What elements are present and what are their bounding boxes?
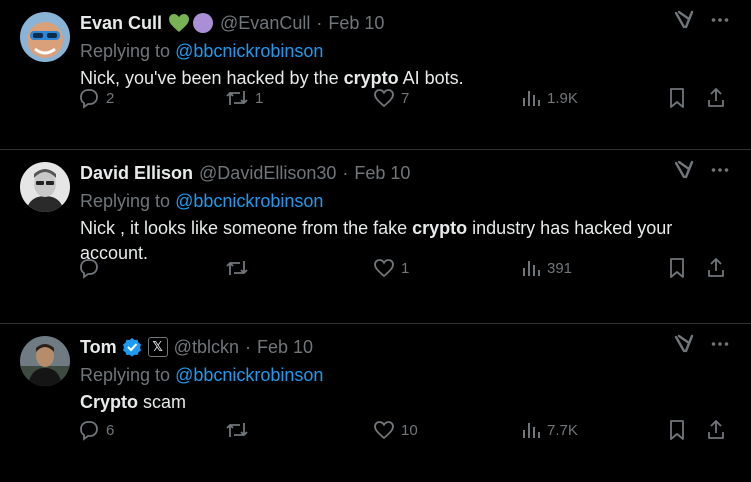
replying-to-link[interactable]: @bbcnickrobinson <box>175 191 323 211</box>
separator-dot: · <box>342 162 349 183</box>
retweet-count: 1 <box>255 89 264 107</box>
bookmark-button[interactable] <box>668 419 686 441</box>
verified-icon <box>122 337 142 357</box>
purple-circle-icon <box>192 12 214 34</box>
author-handle[interactable]: @EvanCull <box>220 13 310 34</box>
green-heart-icon <box>168 13 190 33</box>
tweet-text-after: AI bots. <box>398 68 464 88</box>
reply-icon <box>78 419 100 441</box>
bookmark-button[interactable] <box>668 87 686 109</box>
author-name[interactable]: Evan Cull <box>80 13 162 34</box>
tweet-text-bold: crypto <box>412 218 468 238</box>
bookmark-icon <box>668 87 686 109</box>
retweet-icon <box>225 420 249 440</box>
retweet-button[interactable] <box>225 420 255 440</box>
share-button[interactable] <box>706 87 726 109</box>
replying-prefix: Replying to <box>80 191 176 211</box>
more-icon[interactable] <box>711 341 729 347</box>
share-button[interactable] <box>706 257 726 279</box>
tweet-text-before: Nick, you've been hacked by the <box>80 68 344 88</box>
share-button[interactable] <box>706 419 726 441</box>
grok-icon[interactable] <box>673 160 695 180</box>
replying-prefix: Replying to <box>80 41 176 61</box>
tweet-text-bold: Crypto <box>80 392 138 412</box>
tweet-text: Crypto scam <box>80 390 735 415</box>
grok-icon[interactable] <box>673 10 695 30</box>
reply-button[interactable]: 6 <box>78 419 114 441</box>
replying-to: Replying to @bbcnickrobinson <box>80 188 735 214</box>
retweet-button[interactable] <box>225 258 255 278</box>
share-icon <box>706 87 726 109</box>
views-button[interactable]: 7.7K <box>521 421 578 439</box>
like-count: 7 <box>401 89 410 107</box>
separator-dot: · <box>316 12 323 33</box>
like-count: 1 <box>401 259 410 277</box>
tweet-date[interactable]: Feb 10 <box>354 163 410 184</box>
views-count: 7.7K <box>547 421 578 439</box>
views-count: 1.9K <box>547 89 578 107</box>
author-name[interactable]: Tom <box>80 337 117 358</box>
tweet[interactable]: Evan Cull @EvanCull · Feb 10 Replying to… <box>0 0 751 150</box>
replying-to: Replying to @bbcnickrobinson <box>80 38 735 64</box>
like-icon <box>373 420 395 440</box>
reply-icon <box>78 257 100 279</box>
tweet-text-before: Nick , it looks like someone from the fa… <box>80 218 413 238</box>
avatar[interactable] <box>20 162 70 212</box>
views-icon <box>521 89 541 107</box>
tweet-date[interactable]: Feb 10 <box>257 337 313 358</box>
bookmark-icon <box>668 419 686 441</box>
reply-count: 6 <box>106 421 115 439</box>
views-icon <box>521 421 541 439</box>
replying-to: Replying to @bbcnickrobinson <box>80 362 735 388</box>
author-handle[interactable]: @tblckn <box>174 337 239 358</box>
replying-to-link[interactable]: @bbcnickrobinson <box>175 41 323 61</box>
bookmark-icon <box>668 257 686 279</box>
retweet-icon <box>225 88 249 108</box>
reply-count: 2 <box>106 89 115 107</box>
avatar[interactable] <box>20 12 70 62</box>
views-icon <box>521 259 541 277</box>
retweet-icon <box>225 258 249 278</box>
tweet-text-after: scam <box>138 392 187 412</box>
share-icon <box>706 257 726 279</box>
tweet[interactable]: David Ellison @DavidEllison30 · Feb 10 R… <box>0 150 751 324</box>
grok-icon[interactable] <box>673 334 695 354</box>
tweet[interactable]: Tom 𝕏 @tblckn · Feb 10 Replying to @bbcn… <box>0 324 751 482</box>
like-button[interactable]: 10 <box>373 420 418 440</box>
retweet-button[interactable]: 1 <box>225 88 263 108</box>
share-icon <box>706 419 726 441</box>
like-count: 10 <box>401 421 418 439</box>
replying-to-link[interactable]: @bbcnickrobinson <box>175 365 323 385</box>
tweet-date[interactable]: Feb 10 <box>328 13 384 34</box>
like-icon <box>373 258 395 278</box>
views-button[interactable]: 1.9K <box>521 89 578 107</box>
reply-button[interactable]: 2 <box>78 87 114 109</box>
more-icon[interactable] <box>711 167 729 173</box>
more-icon[interactable] <box>711 17 729 23</box>
replying-prefix: Replying to <box>80 365 176 385</box>
reply-icon <box>78 87 100 109</box>
bookmark-button[interactable] <box>668 257 686 279</box>
author-name[interactable]: David Ellison <box>80 163 193 184</box>
reply-button[interactable] <box>78 257 106 279</box>
x-affiliate-badge[interactable]: 𝕏 <box>147 337 168 357</box>
like-icon <box>373 88 395 108</box>
like-button[interactable]: 7 <box>373 88 409 108</box>
author-handle[interactable]: @DavidEllison30 <box>199 163 336 184</box>
tweet-text-bold: crypto <box>343 68 399 88</box>
like-button[interactable]: 1 <box>373 258 409 278</box>
views-count: 391 <box>547 259 573 277</box>
views-button[interactable]: 391 <box>521 259 572 277</box>
separator-dot: · <box>244 336 251 357</box>
avatar[interactable] <box>20 336 70 386</box>
